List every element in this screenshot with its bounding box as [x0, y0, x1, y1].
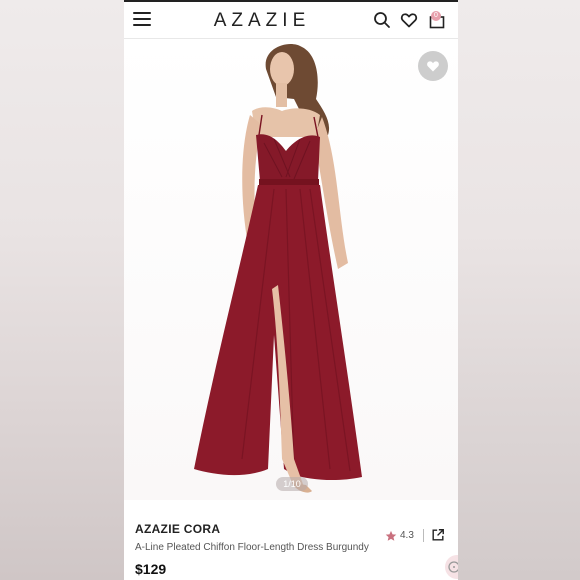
brand-logo[interactable]: AZAZIE [204, 10, 320, 32]
divider [423, 529, 424, 542]
hamburger-menu-icon[interactable] [133, 12, 151, 26]
star-icon [385, 530, 397, 541]
image-counter: 1/10 [276, 477, 308, 491]
product-price: $129 [135, 561, 167, 577]
phone-screen: AZAZIE 0 1/10 AZAZIE CORA A-Line Pleated… [124, 0, 458, 580]
heart-icon [427, 61, 439, 72]
product-description: A-Line Pleated Chiffon Floor-Length Dres… [135, 542, 369, 553]
wishlist-button[interactable] [418, 51, 448, 81]
rating-value[interactable]: 4.3 [400, 530, 414, 541]
product-model-image [194, 43, 362, 493]
product-name[interactable]: AZAZIE CORA [135, 522, 220, 536]
chat-icon [448, 561, 458, 573]
share-icon[interactable] [431, 528, 445, 542]
search-icon[interactable] [373, 11, 391, 29]
product-image-gallery[interactable]: 1/10 [124, 39, 458, 500]
heart-icon[interactable] [400, 11, 418, 29]
product-info: AZAZIE CORA A-Line Pleated Chiffon Floor… [124, 500, 458, 580]
cart-count-badge: 0 [431, 11, 441, 21]
chat-button[interactable] [445, 555, 458, 579]
background-blur-right [458, 0, 580, 580]
background-blur-left [0, 0, 124, 580]
site-header: AZAZIE 0 [124, 2, 458, 39]
